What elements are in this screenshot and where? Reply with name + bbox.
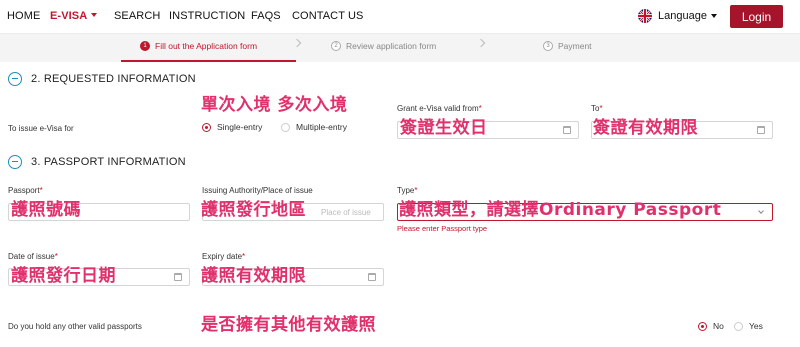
annotation-entry-types: 單次入境 多次入境 [201,95,348,115]
language-selector[interactable]: Language [638,9,717,23]
section-title: 2. REQUESTED INFORMATION [31,73,196,85]
caret-down-icon [91,13,98,17]
section-title: 3. PASSPORT INFORMATION [31,156,186,168]
issue-evisa-label: To issue e-Visa for [8,124,74,133]
calendar-icon [174,273,182,281]
step-label: Fill out the Application form [155,41,258,51]
caret-down-icon [710,14,717,18]
required-mark: * [39,186,43,195]
expiry-date-label: Expiry date* [202,252,245,261]
chevron-down-icon [758,208,764,214]
login-button[interactable]: Login [730,5,783,28]
radio-checked-icon [202,122,211,132]
required-mark: * [414,186,418,195]
nav-home[interactable]: HOME [7,10,40,22]
annotation-valid-to: 簽證有效期限 [593,118,698,138]
nav-contact-us[interactable]: CONTACT US [292,10,364,22]
issuing-authority-placeholder: Place of issue [321,208,371,217]
collapse-minus-icon[interactable] [8,72,22,86]
annotation-expiry: 護照有效期限 [201,266,306,286]
date-of-issue-label-text: Date of issue [8,252,55,261]
radio-single-entry[interactable]: Single-entry [202,122,262,132]
annotation-passport-type: 護照類型，請選擇Ordinary Passport [399,200,722,220]
nav-evisa[interactable]: E-VISA [50,10,98,22]
step-label: Review application form [346,41,437,51]
nav-evisa-label: E-VISA [50,10,88,22]
radio-label: No [713,321,724,331]
nav-search[interactable]: SEARCH [114,10,160,22]
passport-type-label: Type* [397,186,417,195]
annotation-issue-place: 護照發行地區 [201,200,306,220]
calendar-icon [563,126,571,134]
step-number: 1 [140,41,150,51]
radio-unchecked-icon [734,321,743,331]
passport-label-text: Passport [8,186,40,195]
required-mark: * [242,252,246,261]
step-number: 3 [543,41,553,51]
radio-multiple-entry[interactable]: Multiple-entry [281,122,347,132]
required-mark: * [599,104,603,113]
passport-type-label-text: Type [397,186,415,195]
issuing-authority-label: Issuing Authority/Place of issue [202,186,313,195]
annotation-valid-from: 簽證生效日 [400,118,488,138]
radio-label: Multiple-entry [296,122,348,132]
collapse-minus-icon[interactable] [8,155,22,169]
calendar-icon [757,126,765,134]
valid-from-label: Grant e-Visa valid from* [397,104,482,113]
expiry-date-label-text: Expiry date [202,252,243,261]
nav-instruction[interactable]: INSTRUCTION [169,10,245,22]
annotation-issue-date: 護照發行日期 [11,266,116,286]
passport-label: Passport* [8,186,43,195]
top-navbar: HOME E-VISA SEARCH INSTRUCTION FAQS CONT… [0,0,800,33]
other-passports-label: Do you hold any other valid passports [8,322,142,331]
step-label: Payment [558,41,592,51]
step-review: 2 Review application form [331,41,436,51]
required-mark: * [54,252,58,261]
nav-faqs[interactable]: FAQS [251,10,281,22]
radio-label: Single-entry [217,122,263,132]
section-requested-information[interactable]: 2. REQUESTED INFORMATION [8,72,196,86]
radio-yes[interactable]: Yes [734,321,763,331]
valid-from-label-text: Grant e-Visa valid from [397,104,479,113]
annotation-passport-no: 護照號碼 [11,200,81,220]
step-payment: 3 Payment [543,41,592,51]
radio-no[interactable]: No [698,321,724,331]
active-step-underline [121,60,296,62]
date-of-issue-label: Date of issue* [8,252,58,261]
calendar-icon [368,273,376,281]
annotation-other-passports: 是否擁有其他有效護照 [201,315,376,335]
radio-checked-icon [698,321,707,331]
section-passport-information[interactable]: 3. PASSPORT INFORMATION [8,155,186,169]
radio-label: Yes [749,321,763,331]
required-mark: * [478,104,482,113]
radio-unchecked-icon [281,122,290,132]
step-fill-form: 1 Fill out the Application form [140,41,257,51]
passport-type-error: Please enter Passport type [397,224,488,233]
language-label: Language [658,10,707,22]
step-number: 2 [331,41,341,51]
uk-flag-icon [638,9,652,23]
valid-to-label: To* [591,104,603,113]
